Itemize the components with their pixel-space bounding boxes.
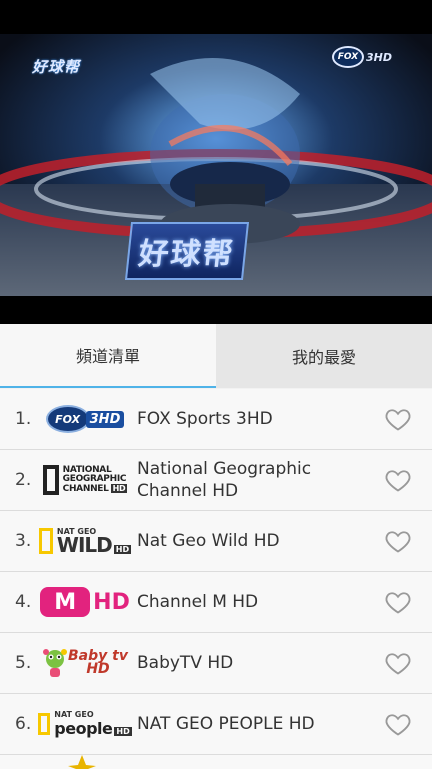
heart-icon[interactable] — [384, 466, 412, 494]
nat-geo-people-logo: NAT GEO people HD — [38, 705, 132, 743]
channel-name: BabyTV HD — [137, 653, 234, 673]
channel-number: 4. — [15, 592, 32, 612]
channel-bug-oval: FOX — [332, 46, 364, 68]
tab-channel-list[interactable]: 頻道清單 — [0, 324, 216, 388]
heart-icon[interactable] — [384, 405, 412, 433]
heart-icon[interactable] — [384, 649, 412, 677]
channel-number: 3. — [15, 531, 32, 551]
national-geographic-logo: NATIONAL GEOGRAPHIC CHANNEL HD — [38, 461, 132, 499]
channel-bug-text: 3HD — [366, 50, 392, 64]
yellow-frame-icon — [42, 465, 59, 495]
channel-name: NAT GEO PEOPLE HD — [137, 714, 315, 734]
fox-sports-3hd-logo: FOX 3HD — [38, 400, 132, 438]
video-player[interactable]: 好球帮 FOX 3HD 好球帮 — [0, 34, 432, 296]
channel-name: National Geographic Channel HD — [137, 459, 312, 501]
studio-logo: 好球帮 — [32, 58, 81, 76]
star-logo-icon — [68, 755, 96, 769]
fox-logo-oval: FOX — [45, 405, 90, 433]
channel-bug: FOX 3HD — [332, 46, 392, 68]
channel-row[interactable]: 3. NAT GEO WILD HD Nat Geo Wild HD — [0, 511, 432, 572]
heart-icon[interactable] — [384, 710, 412, 738]
channel-list: 1. FOX 3HD FOX Sports 3HD 2. NATIONAL GE… — [0, 389, 432, 769]
tab-favorites[interactable]: 我的最愛 — [216, 324, 432, 388]
top-black-bar — [0, 0, 432, 34]
channel-number: 2. — [15, 470, 32, 490]
channel-m-logo: M HD — [38, 583, 132, 621]
channel-row[interactable]: 5. Baby tv HD BabyTV HD — [0, 633, 432, 694]
fox-logo-3hd: 3HD — [85, 410, 125, 428]
video-bottom-bar — [0, 296, 432, 324]
yellow-frame-icon — [38, 528, 53, 554]
nat-geo-wild-logo: NAT GEO WILD HD — [38, 522, 132, 560]
babytv-mascot-icon — [43, 649, 68, 677]
channel-row[interactable]: 6. NAT GEO people HD NAT GEO PEOPLE HD — [0, 694, 432, 755]
channel-number: 1. — [15, 409, 32, 429]
yellow-frame-icon — [38, 713, 51, 735]
channel-row[interactable]: 1. FOX 3HD FOX Sports 3HD — [0, 389, 432, 450]
heart-icon[interactable] — [384, 588, 412, 616]
channel-number: 6. — [15, 714, 32, 734]
tab-bar: 頻道清單 我的最愛 — [0, 324, 432, 388]
channel-row-partial[interactable] — [0, 755, 432, 769]
channel-row[interactable]: 2. NATIONAL GEOGRAPHIC CHANNEL HD Nationa… — [0, 450, 432, 511]
channel-name: Channel M HD — [137, 592, 259, 612]
channel-number: 5. — [15, 653, 32, 673]
studio-center-sign: 好球帮 — [124, 222, 250, 280]
babytv-logo: Baby tv HD — [38, 644, 132, 682]
channel-row[interactable]: 4. M HD Channel M HD — [0, 572, 432, 633]
channel-name: Nat Geo Wild HD — [137, 531, 280, 551]
heart-icon[interactable] — [384, 527, 412, 555]
channel-name: FOX Sports 3HD — [137, 409, 273, 429]
